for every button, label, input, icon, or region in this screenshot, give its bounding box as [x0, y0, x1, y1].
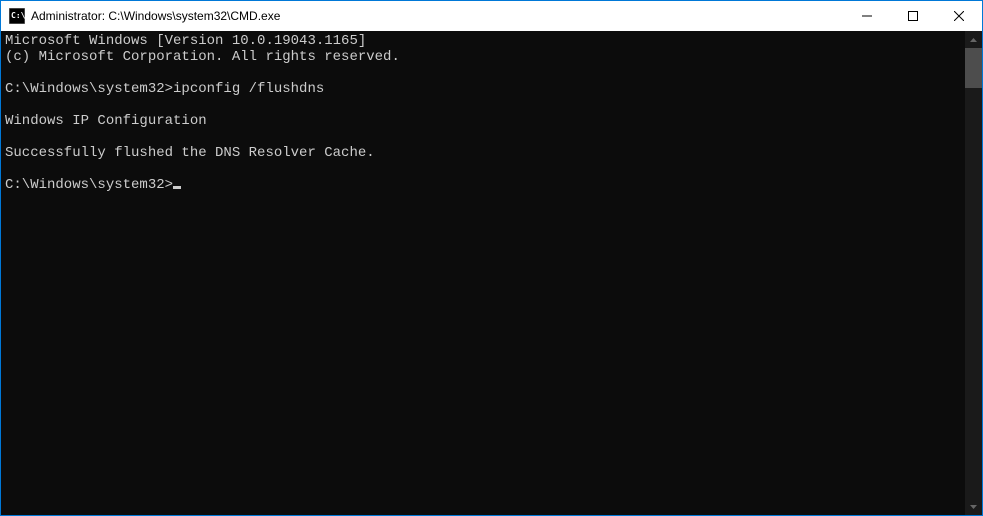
cursor [173, 186, 181, 189]
terminal-line: Successfully flushed the DNS Resolver Ca… [5, 145, 375, 161]
terminal-line: Windows IP Configuration [5, 113, 207, 129]
maximize-button[interactable] [890, 1, 936, 31]
scrollbar[interactable] [965, 31, 982, 515]
scroll-up-button[interactable] [965, 31, 982, 48]
scroll-track[interactable] [965, 48, 982, 498]
terminal-line: (c) Microsoft Corporation. All rights re… [5, 49, 400, 65]
titlebar[interactable]: C:\ Administrator: C:\Windows\system32\C… [1, 1, 982, 31]
close-button[interactable] [936, 1, 982, 31]
window-controls [844, 1, 982, 31]
terminal-area: Microsoft Windows [Version 10.0.19043.11… [1, 31, 982, 515]
scroll-down-button[interactable] [965, 498, 982, 515]
terminal-line: C:\Windows\system32>ipconfig /flushdns [5, 81, 324, 97]
window-title: Administrator: C:\Windows\system32\CMD.e… [31, 9, 844, 23]
cmd-window: C:\ Administrator: C:\Windows\system32\C… [1, 1, 982, 515]
minimize-button[interactable] [844, 1, 890, 31]
cmd-icon: C:\ [9, 8, 25, 24]
scroll-thumb[interactable] [965, 48, 982, 88]
terminal-output[interactable]: Microsoft Windows [Version 10.0.19043.11… [1, 31, 965, 515]
svg-text:C:\: C:\ [11, 11, 25, 20]
terminal-line: C:\Windows\system32> [5, 177, 173, 193]
terminal-line: Microsoft Windows [Version 10.0.19043.11… [5, 33, 366, 49]
